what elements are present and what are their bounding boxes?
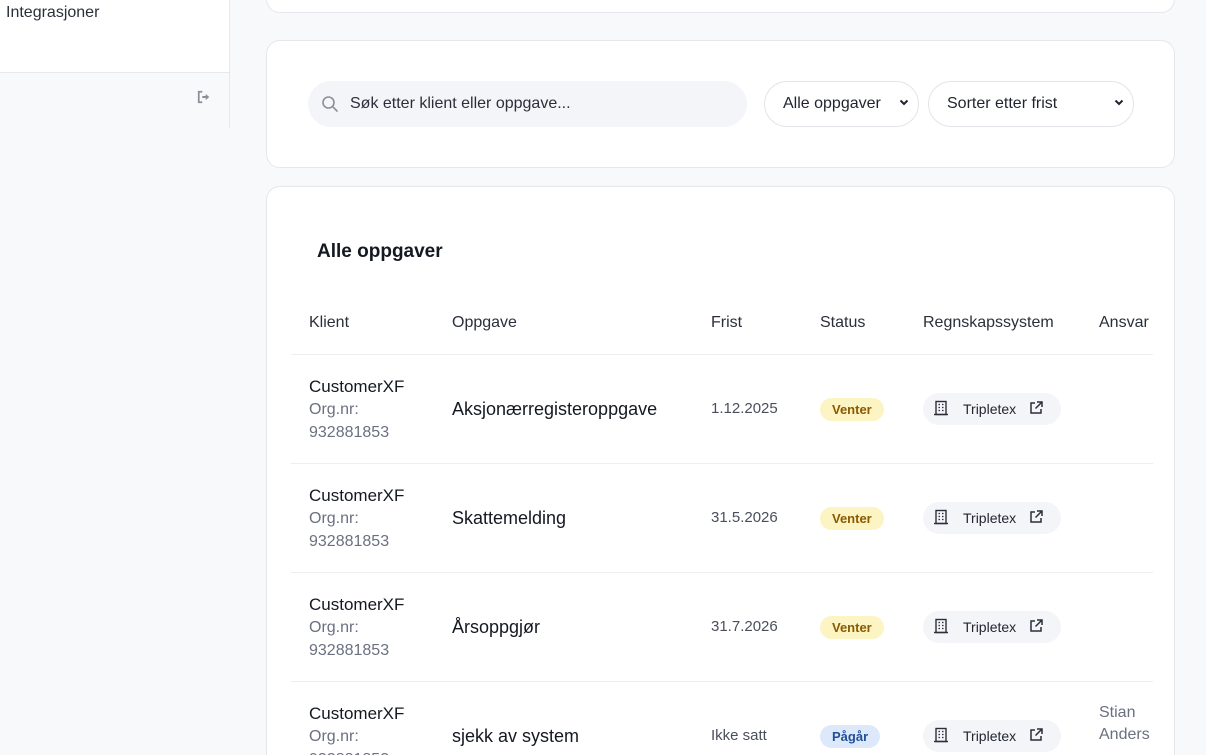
table-header: Klient Oppgave Frist Status Regnskapssys… xyxy=(291,297,1153,355)
accounting-system-label: Tripletex xyxy=(963,728,1017,744)
table-row[interactable]: CustomerXF Org.nr: 932881853 Aksjonærreg… xyxy=(291,355,1153,464)
client-cell: CustomerXF Org.nr: 932881853 xyxy=(309,484,404,553)
task-filter-select[interactable]: Alle oppgaver xyxy=(764,81,919,127)
status-badge: Pågår xyxy=(820,725,881,748)
client-org-label: Org.nr: xyxy=(309,401,359,418)
status-cell: Venter xyxy=(820,507,884,530)
deadline: 1.12.2025 xyxy=(711,400,778,417)
client-name[interactable]: CustomerXF xyxy=(309,375,404,398)
sort-value: Sorter etter frist xyxy=(947,95,1058,112)
search-box[interactable] xyxy=(308,81,747,127)
deadline: Ikke satt xyxy=(711,727,767,744)
accounting-system-label: Tripletex xyxy=(963,510,1017,526)
status-badge: Venter xyxy=(820,616,884,639)
client-org-label: Org.nr: xyxy=(309,619,359,636)
column-header-client[interactable]: Klient xyxy=(309,314,349,332)
filter-card: Alle oppgaver Sorter etter frist xyxy=(266,40,1175,168)
accounting-system-label: Tripletex xyxy=(963,401,1017,417)
search-input[interactable] xyxy=(350,95,730,113)
status-badge: Venter xyxy=(820,398,884,421)
client-name[interactable]: CustomerXF xyxy=(309,593,404,616)
building-icon xyxy=(933,509,949,528)
building-icon xyxy=(933,727,949,746)
deadline: 31.7.2026 xyxy=(711,618,778,635)
client-name[interactable]: CustomerXF xyxy=(309,484,404,507)
client-org-number: 932881853 xyxy=(309,642,390,659)
client-org-label: Org.nr: xyxy=(309,510,359,527)
logout-icon xyxy=(197,90,211,109)
sort-select[interactable]: Sorter etter frist xyxy=(928,81,1134,127)
building-icon xyxy=(933,400,949,419)
column-header-system[interactable]: Regnskapssystem xyxy=(923,314,1054,332)
logout-button[interactable] xyxy=(195,90,213,108)
client-org-label: Org.nr: xyxy=(309,728,359,745)
accounting-system-link[interactable]: Tripletex xyxy=(923,393,1061,425)
sidebar-nav: Integrasjoner xyxy=(0,0,230,73)
task-name[interactable]: Årsoppgjør xyxy=(452,617,540,638)
external-link-icon xyxy=(1028,727,1044,746)
deadline: 31.5.2026 xyxy=(711,509,778,526)
task-name[interactable]: Aksjonærregisteroppgave xyxy=(452,399,657,420)
search-icon xyxy=(320,94,340,114)
chevron-down-icon xyxy=(1113,95,1125,113)
table-row[interactable]: CustomerXF Org.nr: 932881853 sjekk av sy… xyxy=(291,682,1153,755)
tasks-table: Klient Oppgave Frist Status Regnskapssys… xyxy=(291,297,1153,755)
external-link-icon xyxy=(1028,509,1044,528)
summary-card xyxy=(266,0,1175,13)
client-cell: CustomerXF Org.nr: 932881853 xyxy=(309,593,404,662)
system-cell: Tripletex xyxy=(923,611,1061,643)
accounting-system-link[interactable]: Tripletex xyxy=(923,720,1061,752)
client-org-number: 932881853 xyxy=(309,424,390,441)
column-header-task[interactable]: Oppgave xyxy=(452,314,517,332)
client-org-number: 932881853 xyxy=(309,748,404,755)
system-cell: Tripletex xyxy=(923,393,1061,425)
task-name[interactable]: Skattemelding xyxy=(452,508,566,529)
sidebar: Integrasjoner xyxy=(0,0,230,755)
status-cell: Pågår xyxy=(820,725,881,748)
sidebar-footer xyxy=(0,73,230,128)
column-header-deadline[interactable]: Frist xyxy=(711,314,742,332)
system-cell: Tripletex xyxy=(923,720,1061,752)
responsible-name: Stian xyxy=(1099,704,1136,721)
status-badge: Venter xyxy=(820,507,884,530)
status-cell: Venter xyxy=(820,616,884,639)
external-link-icon xyxy=(1028,618,1044,637)
task-filter-value: Alle oppgaver xyxy=(783,95,881,112)
accounting-system-link[interactable]: Tripletex xyxy=(923,502,1061,534)
responsible-name: Anders xyxy=(1099,726,1150,743)
table-row[interactable]: CustomerXF Org.nr: 932881853 Årsoppgjør … xyxy=(291,573,1153,682)
client-cell: CustomerXF Org.nr: 932881853 xyxy=(309,375,404,444)
table-row[interactable]: CustomerXF Org.nr: 932881853 Skattemeldi… xyxy=(291,464,1153,573)
column-header-responsible[interactable]: Ansvar xyxy=(1099,314,1149,332)
responsible-cell: Stian Anders xyxy=(1099,702,1150,746)
task-name[interactable]: sjekk av system xyxy=(452,726,579,747)
section-title: Alle oppgaver xyxy=(317,241,443,262)
chevron-down-icon xyxy=(898,95,910,113)
sidebar-item-integrasjoner[interactable]: Integrasjoner xyxy=(6,4,99,22)
column-header-status[interactable]: Status xyxy=(820,314,865,332)
tasks-card: Alle oppgaver Klient Oppgave Frist Statu… xyxy=(266,186,1175,755)
client-org-number: 932881853 xyxy=(309,533,390,550)
status-cell: Venter xyxy=(820,398,884,421)
client-name[interactable]: CustomerXF xyxy=(309,702,404,725)
system-cell: Tripletex xyxy=(923,502,1061,534)
accounting-system-link[interactable]: Tripletex xyxy=(923,611,1061,643)
building-icon xyxy=(933,618,949,637)
accounting-system-label: Tripletex xyxy=(963,619,1017,635)
external-link-icon xyxy=(1028,400,1044,419)
client-cell: CustomerXF Org.nr: 932881853 xyxy=(309,702,404,755)
